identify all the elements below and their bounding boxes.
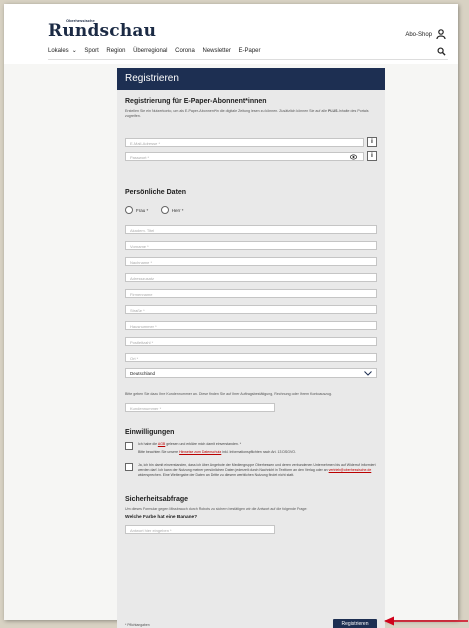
address-addition-field[interactable]: Adresszusatz xyxy=(125,273,377,283)
radio-circle[interactable] xyxy=(125,206,133,215)
security-question: Welche Farbe hat eine Banane? xyxy=(125,514,198,520)
street-field[interactable]: Straße * xyxy=(125,305,377,315)
nav-item-newsletter[interactable]: Newsletter xyxy=(202,48,230,54)
marketing-consent: Ja, ich bin damit einverstanden, dass ic… xyxy=(125,462,377,478)
firstname-field[interactable]: Vorname * xyxy=(125,241,377,251)
postcode-field[interactable]: Postleitzahl * xyxy=(125,337,377,347)
lastname-field[interactable]: Nachname * xyxy=(125,257,377,267)
nav-item-ueberregional[interactable]: Überregional xyxy=(133,48,167,54)
agb-consent: Ich habe die AGB gelesen und erkläre mic… xyxy=(125,441,377,455)
main-nav: Lokales ⌄ Sport Region Überregional Coron… xyxy=(48,47,267,54)
info-icon[interactable]: i xyxy=(367,151,377,162)
chevron-down-icon[interactable] xyxy=(364,371,372,377)
password-placeholder: Passwort * xyxy=(130,154,150,160)
customer-number-field[interactable]: Kundennummer * xyxy=(125,402,275,412)
marketing-text: Ja, ich bin damit einverstanden, dass ic… xyxy=(138,463,377,478)
nav-item-corona[interactable]: Corona xyxy=(175,48,195,54)
nav-item-region[interactable]: Region xyxy=(106,48,125,54)
privacy-text-before: Bitte beachten Sie unsere xyxy=(138,449,180,454)
search-icon[interactable] xyxy=(437,47,446,56)
privacy-text: Bitte beachten Sie unsere Hinweise zum D… xyxy=(138,450,296,455)
customer-number-hint: Bitte geben Sie dazu Ihre Kundennummer a… xyxy=(125,392,332,397)
radio-herr[interactable]: Herr * xyxy=(160,206,184,215)
privacy-link[interactable]: Hinweise zum Datenschutz xyxy=(179,450,221,454)
registration-form: Registrieren Registrierung für E-Paper-A… xyxy=(117,68,385,628)
agb-text-after: gelesen und erkläre mich damit einversta… xyxy=(165,441,242,446)
security-answer-field[interactable]: Antwort hier eingeben * xyxy=(125,524,275,534)
nav-item-lokales[interactable]: Lokales xyxy=(48,48,69,54)
form-title: Registrieren xyxy=(117,68,385,90)
register-button[interactable]: Registrieren xyxy=(333,619,377,628)
agb-text-before: Ich habe die xyxy=(138,441,158,446)
section-heading-epaper: Registrierung für E-Paper-Abonnent*innen xyxy=(125,98,267,105)
section-heading-consent: Einwilligungen xyxy=(125,428,175,436)
epaper-intro-text: Erstellen Sie ein Nutzerkonto, um als E-… xyxy=(125,109,377,119)
eye-icon[interactable] xyxy=(350,154,357,160)
agb-text: Ich habe die AGB gelesen und erkläre mic… xyxy=(138,442,296,447)
company-field[interactable]: Firmenname xyxy=(125,289,377,299)
marketing-email-link[interactable]: vertrieb@oberhessische.de xyxy=(329,468,372,472)
agb-checkbox[interactable] xyxy=(125,441,133,450)
city-field[interactable]: Ort * xyxy=(125,353,377,363)
housenumber-field[interactable]: Hausnummer * xyxy=(125,321,377,331)
country-select[interactable]: Deutschland xyxy=(125,368,377,379)
epaper-intro-before: Erstellen Sie ein Nutzerkonto, um als E-… xyxy=(125,109,328,113)
marketing-checkbox[interactable] xyxy=(125,462,133,471)
security-text: Um dieses Formular gegen Missbrauch durc… xyxy=(125,506,308,511)
privacy-text-after: inkl. Informationspflichten nach Art. 13… xyxy=(221,449,296,454)
required-note: * Pflichtangaben xyxy=(125,623,150,627)
user-icon[interactable] xyxy=(436,29,446,39)
email-field[interactable]: E-Mail-Adresse * xyxy=(125,137,364,147)
nav-item-sport[interactable]: Sport xyxy=(84,48,98,54)
info-icon[interactable]: i xyxy=(367,137,377,148)
site-logo[interactable]: Rundschau xyxy=(48,21,156,41)
radio-frau-label: Frau * xyxy=(136,207,149,213)
radio-herr-label: Herr * xyxy=(171,207,184,213)
page-frame: Oberhessische Rundschau Abo-Shop Lokales… xyxy=(4,4,458,628)
chevron-down-icon[interactable]: ⌄ xyxy=(72,48,77,54)
section-heading-personal: Persönliche Daten xyxy=(125,189,187,197)
plus-label: PLUS xyxy=(327,109,338,113)
section-heading-security: Sicherheitsabfrage xyxy=(125,495,189,503)
password-field[interactable]: Passwort * xyxy=(125,151,364,161)
site-header: Oberhessische Rundschau Abo-Shop Lokales… xyxy=(4,4,458,64)
country-value: Deutschland xyxy=(130,371,156,377)
title-field[interactable]: Akadem. Titel xyxy=(125,225,377,235)
header-divider xyxy=(48,59,448,60)
radio-circle[interactable] xyxy=(160,206,169,215)
radio-frau[interactable]: Frau * xyxy=(125,206,149,215)
annotation-arrow-icon xyxy=(384,616,468,626)
marketing-text-after: widersprechen. Eine Weitergabe der Daten… xyxy=(138,472,295,477)
abo-shop-link[interactable]: Abo-Shop xyxy=(405,32,432,38)
nav-item-epaper[interactable]: E-Paper xyxy=(239,48,261,54)
